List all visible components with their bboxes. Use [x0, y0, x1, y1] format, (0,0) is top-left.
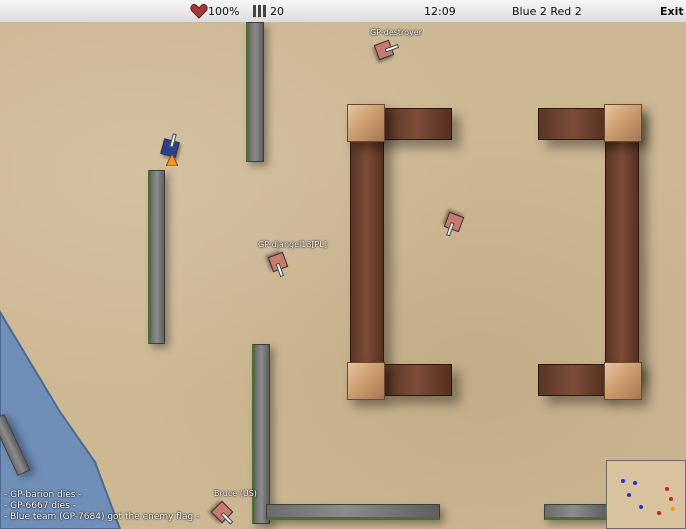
stone-wall [148, 170, 165, 344]
exit-button[interactable]: Exit [660, 5, 684, 18]
game-clock: 12:09 [424, 5, 456, 18]
ammo-icon [253, 5, 266, 17]
minimap-blue-dot [633, 481, 637, 485]
heart-icon [190, 4, 208, 19]
minimap-red-dot [671, 507, 675, 511]
minimap-blue-dot [627, 493, 631, 497]
brick-wall [382, 108, 452, 140]
player-name-tag: GP-djangel13[PL] [258, 240, 327, 249]
minimap-red-dot [665, 487, 669, 491]
brick-wall [382, 364, 452, 396]
stone-pillar [347, 104, 385, 142]
minimap [606, 460, 686, 529]
minimap-red-dot [669, 497, 673, 501]
brick-wall [538, 364, 607, 396]
game-arena[interactable]: GP-destroyer GP-djangel13[PL] Bruce (US)… [0, 22, 686, 529]
river [0, 310, 122, 529]
kill-feed: - GP-barion dies - - GP-6667 dies - - Bl… [4, 490, 244, 523]
stone-wall [544, 504, 608, 520]
stone-wall [266, 504, 440, 520]
player-name-tag: GP-destroyer [370, 28, 422, 37]
stone-pillar [604, 362, 642, 400]
team-score: Blue 2 Red 2 [512, 5, 582, 18]
stone-wall [246, 22, 264, 162]
health-value: 100% [208, 5, 240, 18]
kill-feed-line: - Blue team (GP-7684) got the enemy flag… [4, 512, 200, 522]
minimap-blue-dot [621, 479, 625, 483]
minimap-blue-dot [639, 505, 643, 509]
brick-wall [350, 108, 384, 380]
hud-bar: 100% 20 12:09 Blue 2 Red 2 Exit [0, 0, 686, 23]
brick-wall [605, 108, 639, 380]
flag-icon [166, 154, 178, 166]
brick-wall [538, 108, 607, 140]
stone-pillar [347, 362, 385, 400]
kill-feed-line: - GP-6667 dies - [4, 501, 76, 511]
ammo-count: 20 [270, 5, 284, 18]
stone-pillar [604, 104, 642, 142]
minimap-red-dot [657, 511, 661, 515]
kill-feed-line: - GP-barion dies - [4, 490, 82, 500]
